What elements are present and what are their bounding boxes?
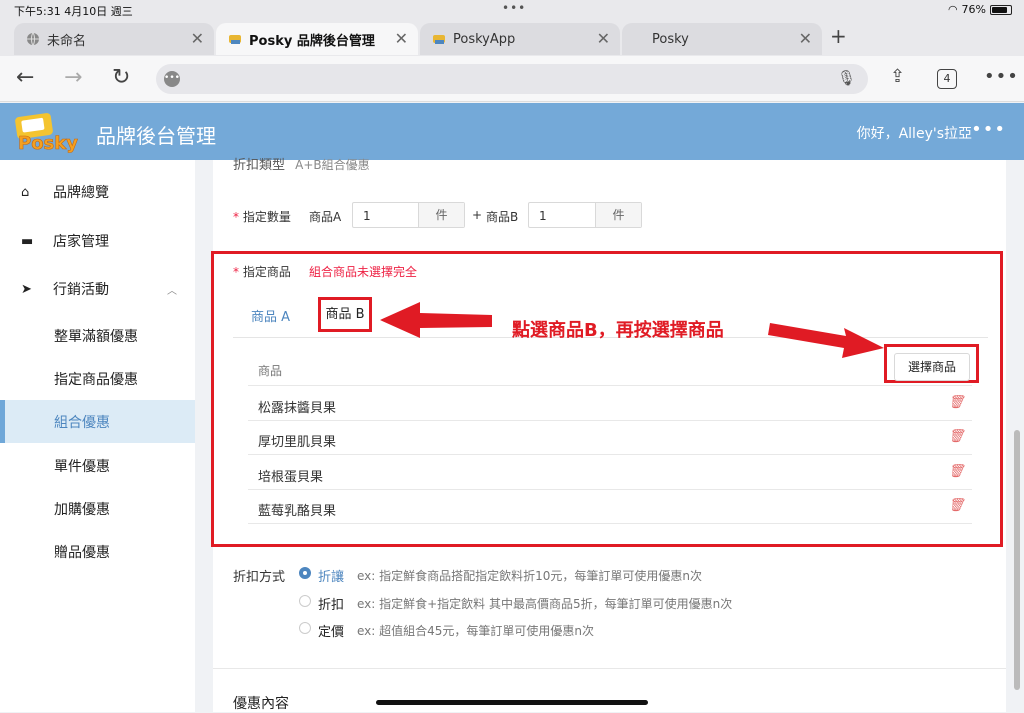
tab-label: 未命名 <box>47 33 87 49</box>
page-scrollbar[interactable] <box>1014 430 1020 690</box>
status-bar: 下午5:31 4月10日 週三 ••• ◠ 76% <box>0 0 1024 20</box>
home-icon: ⌂ <box>21 184 30 200</box>
product-a-label: 商品A <box>309 210 342 224</box>
discount-method-label: 折扣方式 <box>233 570 286 585</box>
app-header: Posky 品牌後台管理 你好，Alley's拉亞 ••• <box>0 103 1024 160</box>
store-icon: ▬ <box>21 233 34 249</box>
posky-favicon-icon <box>228 32 242 46</box>
table-row: 培根蛋貝果 🗑 <box>248 456 972 490</box>
tab-count-button[interactable]: 4 <box>937 69 957 89</box>
sidebar-subitem-combo[interactable]: 組合優惠 <box>0 400 195 443</box>
forward-arrow-icon[interactable]: → <box>64 65 82 90</box>
table-row: 藍莓乳酪貝果 🗑 <box>248 490 972 524</box>
sidebar-item-marketing[interactable]: ➤ 行銷活動 ︿ <box>0 269 195 309</box>
tab-product-a[interactable]: 商品 A <box>251 306 290 325</box>
sidebar-item-label: 店家管理 <box>53 234 109 250</box>
annotation-arrow-left-icon <box>380 302 492 338</box>
more-icon[interactable]: ••• <box>984 66 1019 87</box>
multitask-dots-icon[interactable]: ••• <box>502 1 526 15</box>
user-greeting[interactable]: 你好，Alley's拉亞 <box>857 123 972 143</box>
tab-product-b[interactable]: 商品 B <box>318 297 372 332</box>
discount-type-label: 折扣類型 <box>233 158 286 173</box>
tab-close-icon[interactable]: ✕ <box>395 29 408 48</box>
site-info-icon[interactable]: ••• <box>164 71 180 87</box>
tab-close-icon[interactable]: ✕ <box>597 29 610 48</box>
sidebar-item-overview[interactable]: ⌂ 品牌總覽 <box>0 172 195 212</box>
tab-close-icon[interactable]: ✕ <box>191 29 204 48</box>
discount-type-value: A+B組合優惠 <box>295 158 370 172</box>
annotation-text: 點選商品B，再按選擇商品 <box>512 320 724 341</box>
sidebar-subitem-gift[interactable]: 贈品優惠 <box>0 530 195 573</box>
header-more-icon[interactable]: ••• <box>971 119 1006 140</box>
globe-icon <box>26 32 40 46</box>
radio-discount[interactable] <box>299 595 311 607</box>
select-products-button[interactable]: 選擇商品 <box>894 353 970 381</box>
sidebar-item-label: 品牌總覽 <box>53 185 109 201</box>
sidebar-subitem-order-threshold[interactable]: 整單滿額優惠 <box>0 314 195 357</box>
trash-icon[interactable]: 🗑 <box>948 395 965 410</box>
reload-icon[interactable]: ↻ <box>112 65 130 90</box>
tab-close-icon[interactable]: ✕ <box>799 29 812 48</box>
back-arrow-icon[interactable]: ← <box>16 65 34 90</box>
send-icon: ➤ <box>21 281 32 297</box>
sidebar: ⌂ 品牌總覽 ▬ 店家管理 ➤ 行銷活動 ︿ 整單滿額優惠 指定商品優惠 組合優… <box>0 160 195 712</box>
home-indicator[interactable] <box>376 700 648 705</box>
products-table-header: 商品 <box>248 352 972 386</box>
radio-discount-label[interactable]: 折扣 <box>318 594 344 613</box>
radio-rebate[interactable] <box>299 567 311 579</box>
sidebar-item-label: 行銷活動 <box>53 282 109 298</box>
discount-type-row: 折扣類型 A+B組合優惠 <box>233 154 370 173</box>
product-b-label: 商品B <box>486 210 519 224</box>
tab-label: Posky <box>652 31 689 47</box>
browser-tab-bar: 未命名 ✕ Posky 品牌後台管理 ✕ PoskyApp ✕ Posky ✕ … <box>0 20 1024 56</box>
status-right: ◠ 76% <box>948 3 1012 16</box>
new-tab-icon[interactable]: + <box>830 24 847 48</box>
trash-icon[interactable]: 🗑 <box>948 464 965 479</box>
section-divider <box>213 668 1006 669</box>
browser-toolbar: ← → ↻ ••• 🎙 ⇪ 4 ••• <box>0 56 1024 102</box>
browser-tab[interactable]: 未命名 ✕ <box>14 23 214 55</box>
posky-favicon-icon <box>432 32 446 46</box>
quantity-label: * 指定數量 <box>233 210 291 224</box>
radio-fixed-price-desc: ex: 超值組合45元，每筆訂單可使用優惠n次 <box>357 624 595 638</box>
radio-rebate-desc: ex: 指定鮮食商品搭配指定飲料折10元，每筆訂單可使用優惠n次 <box>357 569 703 583</box>
browser-tab[interactable]: Posky ✕ <box>622 23 822 55</box>
products-error-text: 組合商品未選擇完全 <box>309 265 418 279</box>
share-icon[interactable]: ⇪ <box>890 66 905 87</box>
battery-icon <box>990 4 1012 15</box>
sidebar-item-stores[interactable]: ▬ 店家管理 <box>0 221 195 261</box>
microphone-icon[interactable]: 🎙 <box>837 69 856 87</box>
radio-discount-desc: ex: 指定鮮食+指定飲料 其中最高價商品5折，每筆訂單可使用優惠n次 <box>357 597 733 611</box>
trash-icon[interactable]: 🗑 <box>948 429 965 444</box>
browser-tab-active[interactable]: Posky 品牌後台管理 ✕ <box>216 23 418 55</box>
app-title: 品牌後台管理 <box>96 124 216 148</box>
status-time-date: 下午5:31 4月10日 週三 <box>14 5 133 18</box>
browser-tab[interactable]: PoskyApp ✕ <box>420 23 620 55</box>
address-bar[interactable]: ••• 🎙 <box>156 64 868 94</box>
tab-label: Posky 品牌後台管理 <box>249 33 375 49</box>
sidebar-subitem-specific-product[interactable]: 指定商品優惠 <box>0 357 195 400</box>
radio-fixed-price[interactable] <box>299 622 311 634</box>
next-section-title: 優惠內容 <box>233 696 289 712</box>
battery-percent: 76% <box>961 3 986 16</box>
trash-icon[interactable]: 🗑 <box>948 498 965 513</box>
posky-logo[interactable]: Posky <box>14 113 82 154</box>
tab-label: PoskyApp <box>453 31 516 47</box>
plus-sign: + <box>472 208 483 222</box>
radio-rebate-label[interactable]: 折讓 <box>318 566 344 585</box>
product-b-quantity-input[interactable]: 1 件 <box>528 202 642 228</box>
chevron-up-icon: ︿ <box>167 285 177 297</box>
table-row: 厚切里肌貝果 🗑 <box>248 421 972 455</box>
sidebar-subitem-single[interactable]: 單件優惠 <box>0 444 195 487</box>
wifi-icon: ◠ <box>947 3 958 16</box>
table-row: 松露抹醬貝果 🗑 <box>248 387 972 421</box>
products-label: * 指定商品 <box>233 265 291 279</box>
radio-fixed-price-label[interactable]: 定價 <box>318 621 344 640</box>
logo-text: Posky <box>18 133 78 153</box>
product-a-quantity-input[interactable]: 1 件 <box>352 202 465 228</box>
sidebar-subitem-addon[interactable]: 加購優惠 <box>0 487 195 530</box>
